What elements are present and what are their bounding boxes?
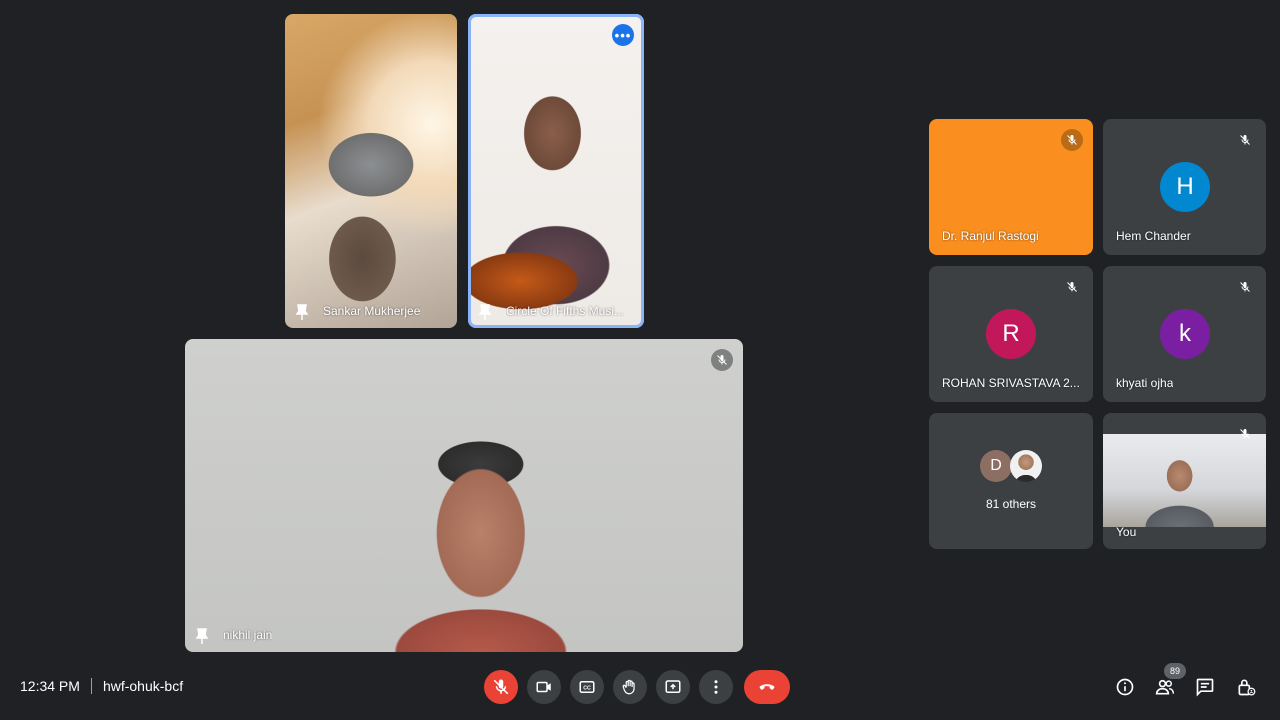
pin-icon (195, 628, 209, 644)
participant-tile-ranjul[interactable]: Dr. Ranjul Rastogi (929, 119, 1093, 255)
participant-name: Dr. Ranjul Rastogi (942, 229, 1039, 243)
mic-off-icon (1061, 276, 1083, 298)
raise-hand-button[interactable] (613, 670, 647, 704)
mic-off-icon (1234, 129, 1256, 151)
end-call-icon (759, 684, 775, 690)
participant-name: Sankar Mukherjee (323, 304, 421, 318)
camera-toggle-button[interactable] (527, 670, 561, 704)
avatar: R (986, 309, 1036, 359)
pin-icon (478, 304, 492, 320)
avatar: H (1160, 162, 1210, 212)
meeting-info: 12:34 PM hwf-ohuk-bcf (20, 678, 183, 694)
mic-off-icon (493, 679, 509, 695)
people-icon (1155, 679, 1175, 695)
camera-icon (536, 681, 551, 693)
participant-name: nikhil jain (223, 628, 273, 642)
svg-text:CC: CC (583, 686, 591, 692)
mic-off-icon (1234, 276, 1256, 298)
more-vert-icon (714, 680, 718, 694)
participant-name: You (1116, 525, 1137, 539)
host-controls-button[interactable] (1233, 674, 1259, 700)
participant-tile-circle-of-fifths[interactable]: ••• Circle Of Fifths Musi... (468, 14, 644, 328)
self-video (1103, 434, 1266, 527)
participant-name: khyati ojha (1116, 376, 1174, 390)
participant-name: ROHAN SRIVASTAVA 2... (942, 376, 1080, 390)
chat-button[interactable] (1192, 674, 1218, 700)
participant-tile-you[interactable]: You (1103, 413, 1266, 549)
captions-button[interactable]: CC (570, 670, 604, 704)
more-options-button[interactable] (699, 670, 733, 704)
others-avatars: D (980, 450, 1042, 482)
meeting-code: hwf-ohuk-bcf (102, 678, 184, 694)
present-icon (665, 680, 681, 693)
more-options-icon[interactable]: ••• (612, 24, 634, 46)
avatar: k (1160, 309, 1210, 359)
present-screen-button[interactable] (656, 670, 690, 704)
meeting-time: 12:34 PM (20, 678, 80, 694)
mic-off-icon (1234, 423, 1256, 445)
mic-toggle-button[interactable] (484, 670, 518, 704)
participant-name: Circle Of Fifths Musi... (506, 304, 625, 318)
avatar: D (980, 450, 1012, 482)
pin-icon (295, 304, 309, 320)
participant-tile-khyati[interactable]: k khyati ojha (1103, 266, 1266, 402)
meeting-details-button[interactable] (1112, 674, 1138, 700)
participants-count-badge: 89 (1164, 663, 1186, 679)
participant-tile-others[interactable]: D 81 others (929, 413, 1093, 549)
info-icon (1116, 678, 1134, 696)
divider (90, 678, 92, 694)
chat-icon (1196, 678, 1214, 697)
mic-off-icon (711, 349, 733, 371)
participant-tile-nikhil[interactable]: nikhil jain (185, 339, 743, 652)
lock-person-icon (1238, 679, 1256, 696)
leave-call-button[interactable] (744, 670, 790, 704)
others-count: 81 others (985, 497, 1037, 511)
captions-icon: CC (579, 681, 595, 693)
mic-off-icon (1061, 129, 1083, 151)
hand-icon (622, 679, 635, 695)
participant-tile-hem[interactable]: H Hem Chander (1103, 119, 1266, 255)
participant-name: Hem Chander (1116, 229, 1191, 243)
avatar-photo (1010, 450, 1042, 482)
participant-tile-sankar[interactable]: Sankar Mukherjee (285, 14, 457, 328)
participant-tile-rohan[interactable]: R ROHAN SRIVASTAVA 2... (929, 266, 1093, 402)
